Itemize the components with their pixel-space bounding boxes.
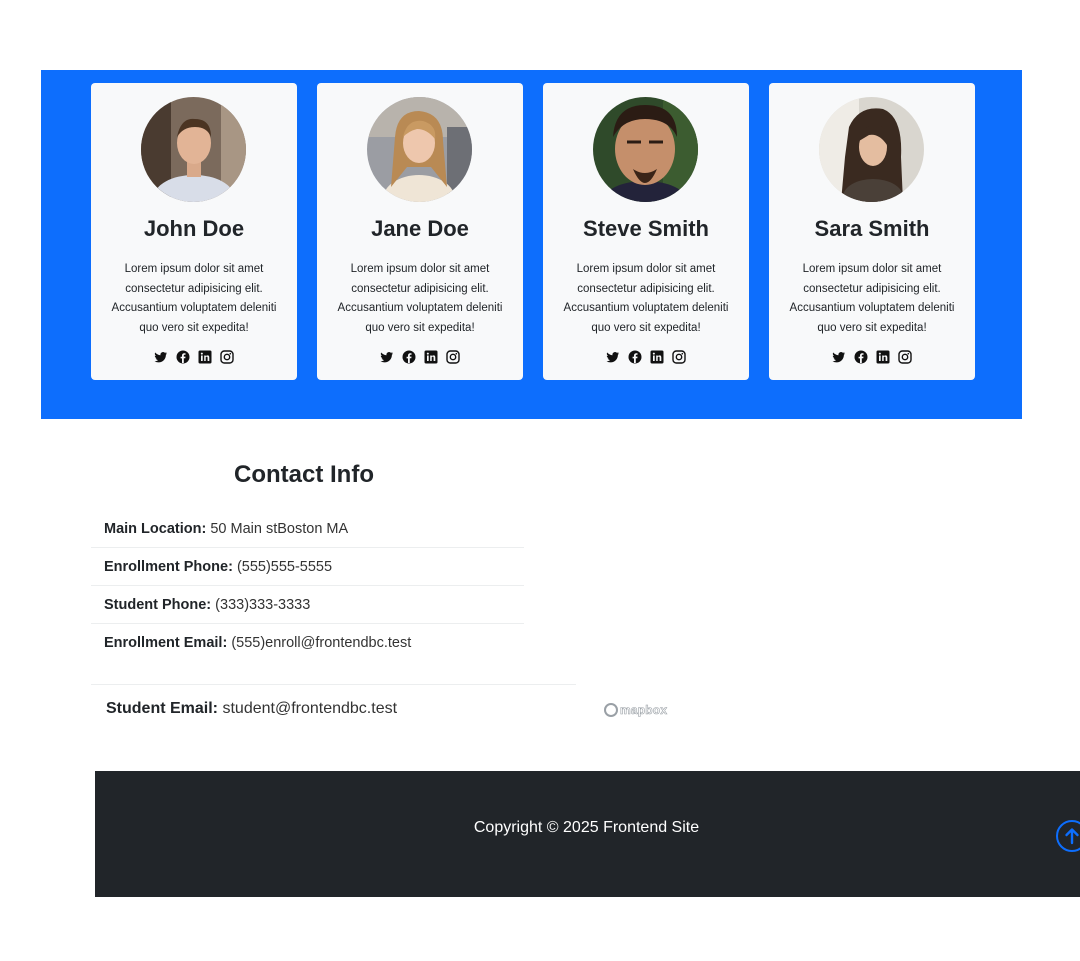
social-links [91, 350, 297, 366]
contact-label: Student Email: [106, 700, 219, 717]
twitter-icon[interactable] [606, 350, 620, 364]
mapbox-attribution[interactable]: mapbox [604, 701, 667, 719]
avatar [367, 97, 472, 202]
facebook-icon[interactable] [176, 350, 190, 364]
contact-label: Enrollment Phone: [104, 559, 233, 575]
team-card: Sara Smith Lorem ipsum dolor sit amet co… [769, 83, 975, 380]
contact-row-enrollment-phone: Enrollment Phone: (555)555-5555 [91, 548, 524, 586]
team-member-bio: Lorem ipsum dolor sit amet consectetur a… [337, 263, 503, 334]
linkedin-icon[interactable] [876, 350, 890, 364]
contact-title: Contact Info [234, 461, 374, 488]
contact-label: Main Location: [104, 521, 207, 537]
instagram-icon[interactable] [220, 350, 234, 364]
instagram-icon[interactable] [672, 350, 686, 364]
contact-row-student-phone: Student Phone: (333)333-3333 [91, 586, 524, 624]
team-member-name: Jane Doe [371, 216, 469, 241]
avatar [819, 97, 924, 202]
linkedin-icon[interactable] [424, 350, 438, 364]
footer-copyright: Copyright © 2025 Frontend Site [473, 819, 700, 836]
linkedin-icon[interactable] [198, 350, 212, 364]
social-links [769, 350, 975, 366]
contact-label: Student Phone: [104, 597, 212, 613]
contact-value: (333)333-3333 [215, 597, 311, 613]
facebook-icon[interactable] [402, 350, 416, 364]
contact-label: Enrollment Email: [104, 635, 228, 651]
arrow-up-icon [1065, 828, 1079, 845]
team-card: John Doe Lorem ipsum dolor sit amet cons… [91, 83, 297, 380]
scroll-to-top-button[interactable] [1056, 820, 1080, 852]
team-member-bio: Lorem ipsum dolor sit amet consectetur a… [789, 263, 955, 334]
twitter-icon[interactable] [380, 350, 394, 364]
instagram-icon[interactable] [898, 350, 912, 364]
team-member-name: Steve Smith [583, 216, 709, 241]
mapbox-logo-icon [604, 703, 618, 717]
contact-value: student@frontendbc.test [222, 700, 398, 717]
mapbox-label: mapbox [620, 703, 668, 718]
avatar [141, 97, 246, 202]
team-card: Steve Smith Lorem ipsum dolor sit amet c… [543, 83, 749, 380]
facebook-icon[interactable] [854, 350, 868, 364]
contact-row-enrollment-email: Enrollment Email: (555)enroll@frontendbc… [91, 624, 524, 662]
team-member-bio: Lorem ipsum dolor sit amet consectetur a… [111, 263, 277, 334]
team-section: John Doe Lorem ipsum dolor sit amet cons… [41, 70, 1022, 419]
contact-row-student-email: Student Email: student@frontendbc.test [91, 684, 576, 732]
facebook-icon[interactable] [628, 350, 642, 364]
team-member-bio: Lorem ipsum dolor sit amet consectetur a… [563, 263, 729, 334]
team-member-name: Sara Smith [814, 216, 930, 241]
team-card: Jane Doe Lorem ipsum dolor sit amet cons… [317, 83, 523, 380]
twitter-icon[interactable] [832, 350, 846, 364]
team-member-name: John Doe [143, 216, 245, 241]
twitter-icon[interactable] [154, 350, 168, 364]
contact-value: (555)enroll@frontendbc.test [231, 635, 412, 651]
contact-row-main-location: Main Location: 50 Main stBoston MA [91, 510, 524, 548]
instagram-icon[interactable] [446, 350, 460, 364]
social-links [543, 350, 749, 366]
footer: Copyright © 2025 Frontend Site [95, 771, 1080, 897]
social-links [317, 350, 523, 366]
contact-value: (555)555-5555 [236, 559, 333, 575]
contact-value: 50 Main stBoston MA [210, 521, 349, 537]
linkedin-icon[interactable] [650, 350, 664, 364]
avatar [593, 97, 698, 202]
